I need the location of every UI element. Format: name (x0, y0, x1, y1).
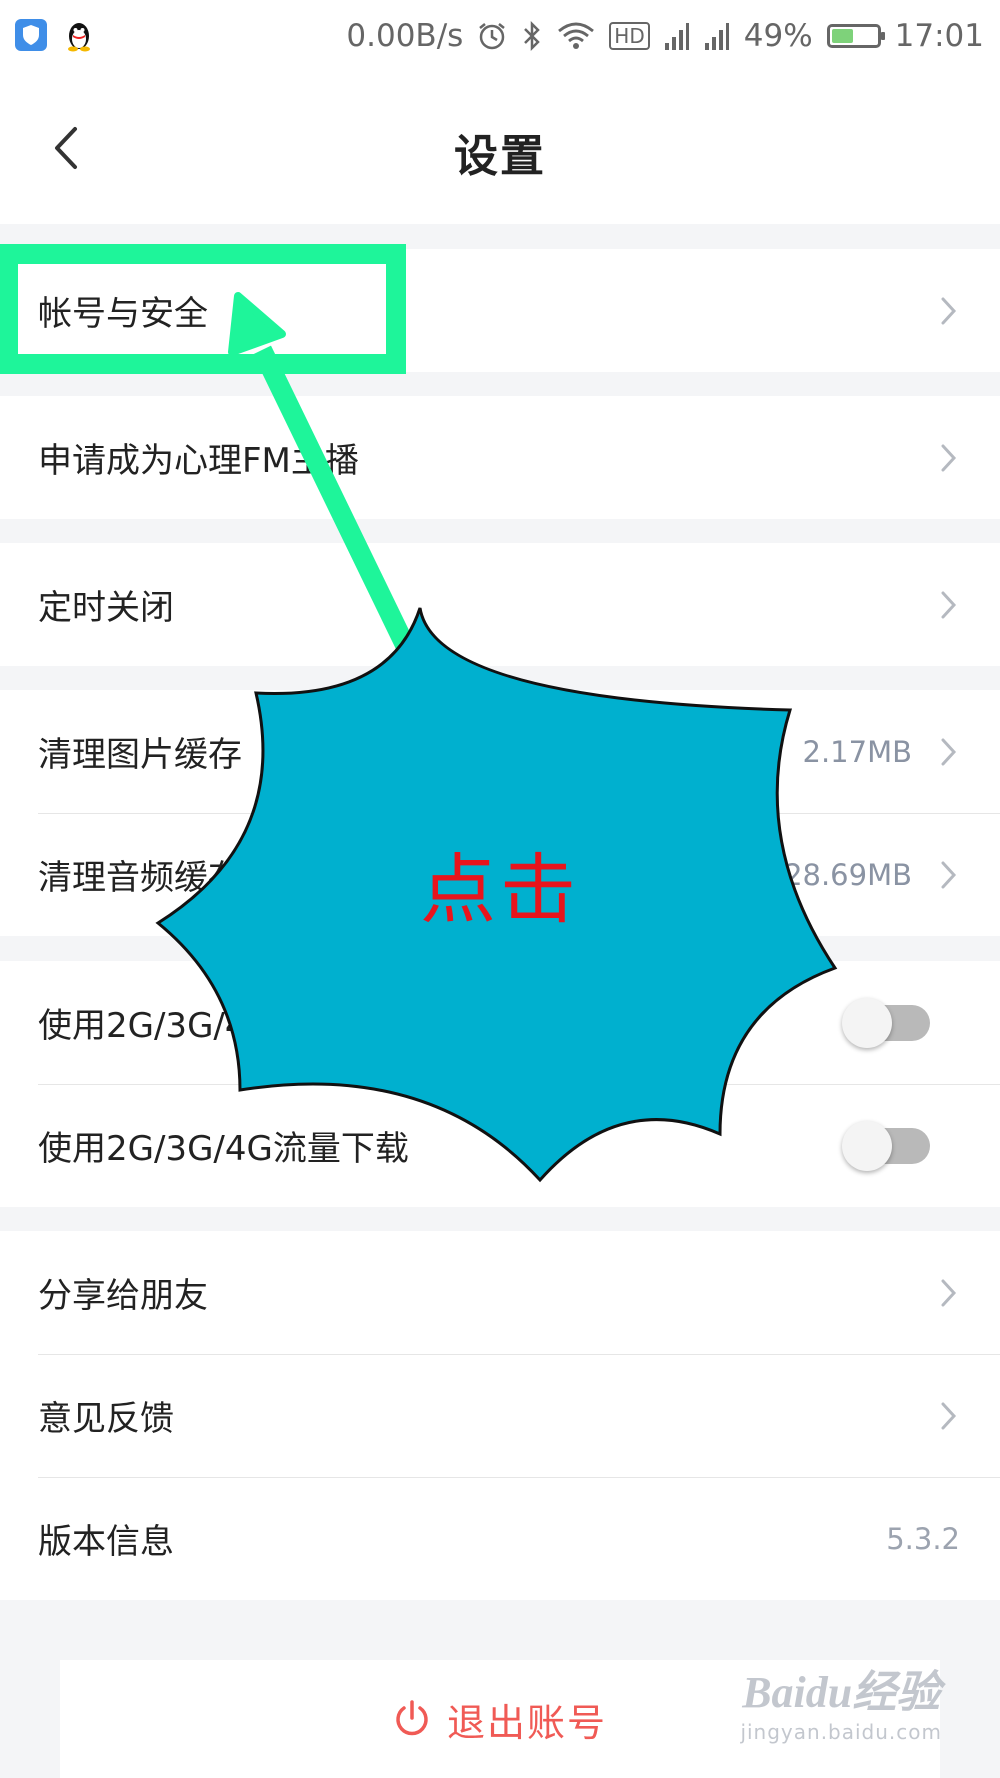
chevron-right-icon (941, 738, 957, 765)
battery-icon (826, 24, 885, 48)
row-timer-close[interactable]: 定时关闭 (0, 543, 1000, 666)
version-value: 5.3.2 (886, 1521, 960, 1556)
toggle-knob (842, 997, 892, 1048)
logout-label: 退出账号 (446, 1700, 607, 1745)
mobile-download-toggle[interactable] (842, 1120, 930, 1171)
chevron-right-icon (941, 444, 957, 471)
battery-percent: 49% (743, 18, 813, 54)
alarm-icon (479, 23, 506, 50)
chevron-right-icon (941, 1279, 957, 1306)
logout-button[interactable]: 退出账号 (60, 1660, 940, 1778)
group-cache: 清理图片缓存 2.17MB 清理音频缓存 28.69MB (0, 690, 1000, 936)
status-right-cluster: 0.00B/s HD 49% 17:01 (346, 14, 984, 58)
status-bar: 0.00B/s HD 49% 17:01 (0, 0, 1000, 72)
cache-size: 2.17MB (802, 734, 913, 769)
clock: 17:01 (894, 18, 984, 54)
chevron-right-icon (941, 297, 957, 324)
shield-icon (15, 19, 47, 51)
row-label: 分享给朋友 (38, 1276, 208, 1316)
power-icon (396, 1700, 428, 1736)
page-title: 设置 (454, 131, 546, 182)
chevron-right-icon (941, 861, 957, 888)
group-network: 使用2G/3G/4G流量播放 使用2G/3G/4G流量下载 (0, 961, 1000, 1207)
row-label: 清理图片缓存 (38, 735, 242, 775)
signal-icon (704, 23, 729, 50)
hd-badge: HD (609, 22, 650, 50)
nav-bar: 设置 (0, 72, 1000, 224)
row-share[interactable]: 分享给朋友 (0, 1231, 1000, 1354)
battery-level (831, 29, 854, 43)
toggle-knob (842, 1120, 892, 1171)
row-label: 帐号与安全 (38, 294, 208, 334)
qq-penguin-icon (68, 23, 90, 52)
row-apply-host[interactable]: 申请成为心理FM主播 (0, 396, 1000, 519)
row-clear-image-cache[interactable]: 清理图片缓存 2.17MB (0, 690, 1000, 813)
mobile-play-toggle[interactable] (842, 997, 930, 1048)
group-timer: 定时关闭 (0, 543, 1000, 666)
row-version: 版本信息 5.3.2 (0, 1477, 1000, 1600)
row-label: 使用2G/3G/4G流量播放 (38, 1006, 409, 1046)
row-label: 清理音频缓存 (38, 858, 242, 898)
signal-icon (664, 23, 689, 50)
row-label: 版本信息 (38, 1522, 174, 1562)
chevron-right-icon (941, 591, 957, 618)
net-speed: 0.00B/s (346, 18, 464, 54)
row-label: 使用2G/3G/4G流量下载 (38, 1129, 409, 1169)
group-account: 帐号与安全 (0, 249, 1000, 372)
bluetooth-icon (524, 20, 541, 52)
row-label: 申请成为心理FM主播 (38, 441, 359, 481)
group-apply: 申请成为心理FM主播 (0, 396, 1000, 519)
row-feedback[interactable]: 意见反馈 (0, 1354, 1000, 1477)
row-clear-audio-cache[interactable]: 清理音频缓存 28.69MB (0, 813, 1000, 936)
row-label: 定时关闭 (38, 588, 174, 628)
row-account-security[interactable]: 帐号与安全 (0, 249, 1000, 372)
row-label: 意见反馈 (38, 1399, 174, 1439)
wifi-icon (558, 22, 595, 49)
row-mobile-play: 使用2G/3G/4G流量播放 (0, 961, 1000, 1084)
chevron-right-icon (941, 1402, 957, 1429)
row-mobile-download: 使用2G/3G/4G流量下载 (0, 1084, 1000, 1207)
group-misc: 分享给朋友 意见反馈 版本信息 5.3.2 (0, 1231, 1000, 1600)
cache-size: 28.69MB (784, 857, 912, 892)
